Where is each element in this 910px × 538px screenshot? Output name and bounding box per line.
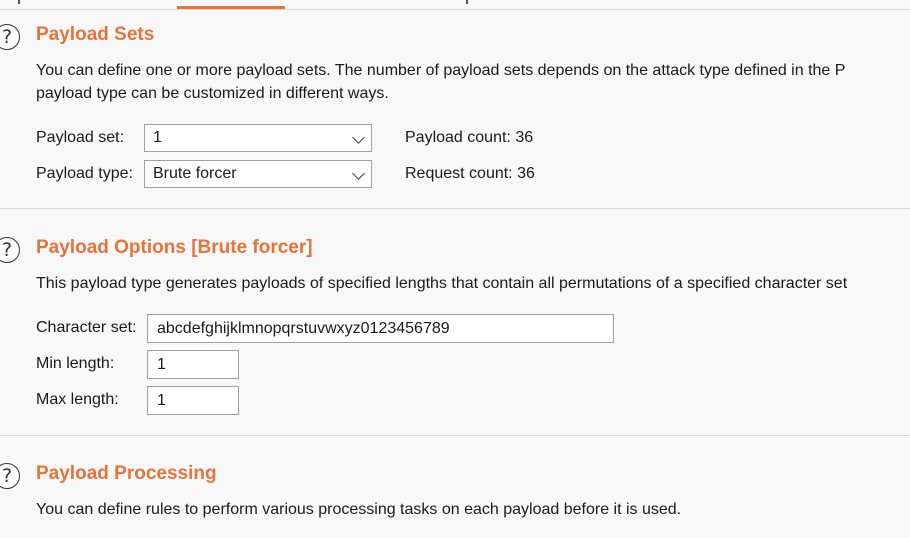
payload-set-value: 1 bbox=[153, 129, 162, 146]
payload-count-label: Payload count: bbox=[405, 129, 511, 146]
help-icon[interactable]: ? bbox=[0, 237, 20, 263]
max-length-label: Max length: bbox=[36, 391, 119, 408]
chevron-down-icon bbox=[352, 131, 365, 144]
min-length-input[interactable]: 1 bbox=[147, 350, 239, 379]
section-description: payload type can be customized in differ… bbox=[36, 85, 389, 102]
section-divider bbox=[0, 208, 910, 209]
request-count-label: Request count: bbox=[405, 165, 513, 182]
help-icon[interactable]: ? bbox=[0, 463, 20, 489]
payload-count-value: 36 bbox=[515, 129, 534, 146]
section-description: This payload type generates payloads of … bbox=[36, 275, 848, 292]
max-length-input[interactable]: 1 bbox=[147, 386, 239, 415]
help-icon[interactable]: ? bbox=[0, 24, 20, 50]
request-count-value: 36 bbox=[517, 165, 535, 182]
min-length-label: Min length: bbox=[36, 355, 115, 372]
payload-type-label: Payload type: bbox=[36, 165, 133, 182]
section-divider bbox=[0, 435, 910, 436]
section-title: Payload Options [Brute forcer] bbox=[36, 237, 313, 258]
section-title: Payload Sets bbox=[36, 24, 155, 45]
character-set-value: abcdefghijklmnopqrstuvwxyz0123456789 bbox=[157, 319, 450, 337]
payload-type-select[interactable]: Brute forcer bbox=[144, 160, 372, 188]
payload-type-value: Brute forcer bbox=[153, 165, 237, 182]
section-title: Payload Processing bbox=[36, 463, 217, 484]
character-set-input[interactable]: abcdefghijklmnopqrstuvwxyz0123456789 bbox=[147, 314, 614, 343]
tab-strip bbox=[0, 0, 910, 10]
request-count: Request count: 36 bbox=[405, 165, 535, 183]
section-description: You can define one or more payload sets.… bbox=[36, 62, 846, 79]
section-description: You can define rules to perform various … bbox=[36, 501, 682, 518]
payload-set-label: Payload set: bbox=[36, 129, 125, 146]
tab-edge-marker bbox=[466, 0, 468, 4]
character-set-label: Character set: bbox=[36, 319, 137, 336]
payload-set-select[interactable]: 1 bbox=[144, 124, 372, 152]
tab-edge-marker bbox=[18, 0, 20, 4]
payload-count: Payload count: 36 bbox=[405, 129, 533, 147]
chevron-down-icon bbox=[352, 167, 365, 180]
tab-payloads-active-indicator[interactable] bbox=[177, 6, 285, 9]
max-length-value: 1 bbox=[157, 391, 166, 409]
min-length-value: 1 bbox=[157, 355, 166, 373]
